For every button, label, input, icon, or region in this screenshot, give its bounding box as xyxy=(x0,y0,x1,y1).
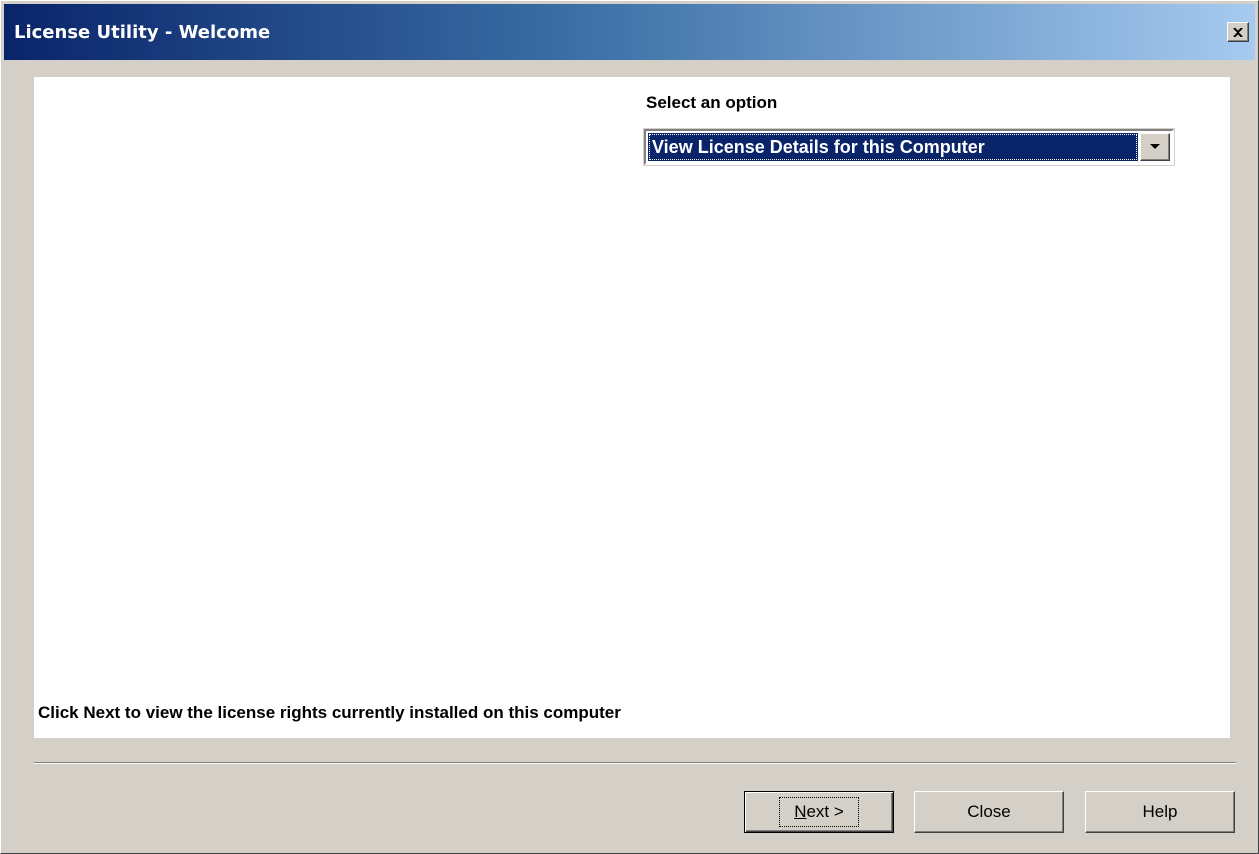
dropdown-button[interactable] xyxy=(1140,133,1170,161)
title-bar[interactable]: License Utility - Welcome xyxy=(4,4,1255,60)
close-button-label: Close xyxy=(967,802,1011,821)
select-option-label: Select an option xyxy=(646,93,778,112)
close-icon xyxy=(1233,27,1243,37)
chevron-down-icon xyxy=(1150,144,1160,149)
content-panel: Select an option View License Details fo… xyxy=(34,77,1230,738)
instruction-text: Click Next to view the license rights cu… xyxy=(38,703,621,722)
next-button-label: Next > xyxy=(779,797,859,827)
next-button-text: ext > xyxy=(806,802,844,821)
close-button[interactable]: Close xyxy=(914,791,1064,833)
footer-divider xyxy=(34,762,1236,764)
window-title: License Utility - Welcome xyxy=(14,22,271,43)
close-window-button[interactable] xyxy=(1227,22,1249,42)
help-button-label: Help xyxy=(1142,802,1178,821)
next-button-mnemonic: N xyxy=(794,802,807,821)
option-dropdown-value[interactable]: View License Details for this Computer xyxy=(648,133,1138,161)
help-button[interactable]: Help xyxy=(1085,791,1235,833)
license-utility-window: License Utility - Welcome Select an opti… xyxy=(0,0,1259,854)
option-dropdown[interactable]: View License Details for this Computer xyxy=(643,128,1175,166)
next-button[interactable]: Next > xyxy=(744,791,894,833)
